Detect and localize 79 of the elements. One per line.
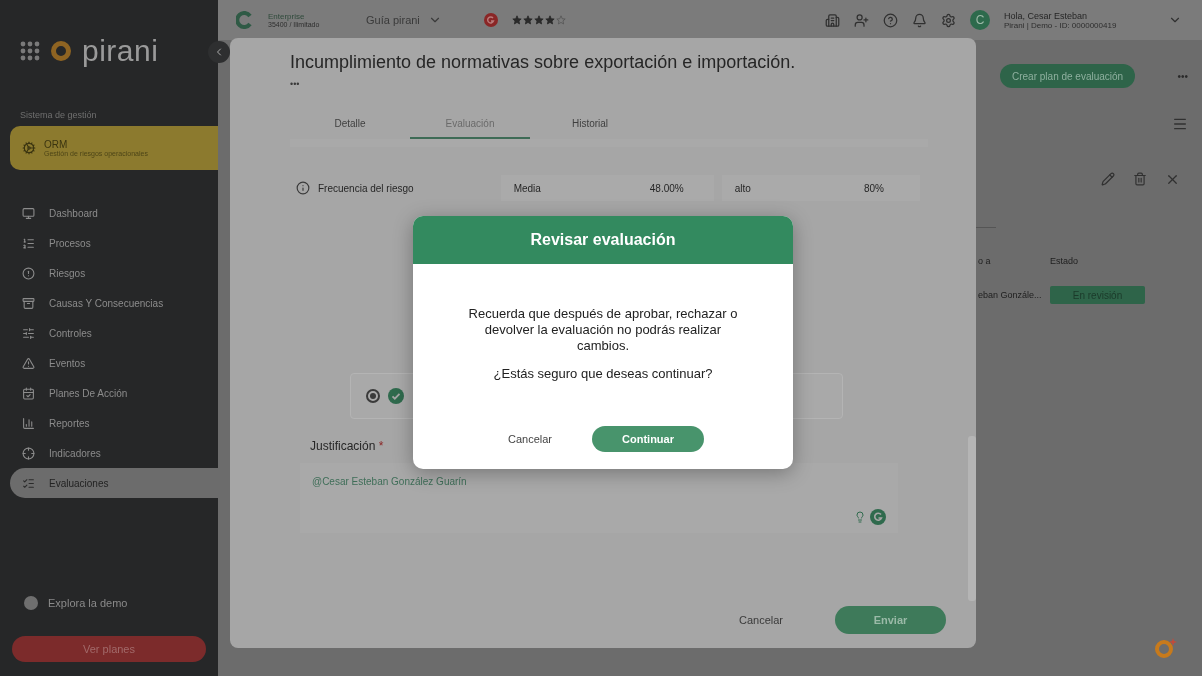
plan-name: Enterprise bbox=[268, 12, 306, 21]
sidebar-item[interactable]: Procesos bbox=[0, 228, 218, 258]
gear-icon bbox=[22, 141, 36, 155]
crosshair-icon bbox=[22, 446, 35, 460]
archive-icon bbox=[22, 296, 35, 310]
user-greeting: Hola, Cesar Esteban bbox=[1004, 10, 1089, 21]
collapse-button[interactable] bbox=[208, 41, 230, 63]
menu-icon[interactable] bbox=[1172, 116, 1188, 132]
panel-title: Incumplimiento de normativas sobre exportación e importación. bbox=[290, 52, 797, 73]
sidebar-item[interactable]: Controles bbox=[0, 318, 218, 348]
alert-icon bbox=[22, 266, 35, 280]
sidebar-item[interactable]: Eventos bbox=[0, 348, 218, 378]
module-name: ORM bbox=[44, 139, 69, 150]
add-user-icon[interactable] bbox=[854, 12, 869, 28]
lightbulb-icon[interactable] bbox=[854, 511, 866, 523]
sliders-icon bbox=[22, 326, 35, 340]
table-cell-text: eban Gonzále... bbox=[978, 290, 1043, 300]
g-badge-icon[interactable] bbox=[483, 13, 498, 27]
dialog-message: Recuerda que después de aprobar, rechazar o devolver la evaluación no podrás realizar cambios. bbox=[467, 306, 739, 354]
trash-icon[interactable] bbox=[1133, 172, 1147, 187]
info-icon[interactable] bbox=[296, 181, 310, 195]
column-header: o a bbox=[978, 256, 992, 266]
bell-icon[interactable] bbox=[912, 12, 927, 28]
section-label: Sistema de gestión bbox=[20, 110, 98, 120]
apps-grid-icon[interactable] bbox=[20, 41, 40, 61]
pencil-icon[interactable] bbox=[1101, 172, 1115, 187]
building-icon[interactable] bbox=[825, 12, 840, 28]
check-circle-icon bbox=[388, 388, 404, 404]
cancel-button[interactable]: Cancelar bbox=[732, 613, 789, 627]
tab[interactable]: Evaluación bbox=[410, 109, 530, 139]
chart-icon bbox=[22, 416, 35, 430]
dialog-question: ¿Estás seguro que deseas continuar? bbox=[493, 366, 713, 381]
ring-logo-icon bbox=[50, 40, 72, 62]
risk-level: alto bbox=[734, 182, 751, 194]
settings-icon[interactable] bbox=[941, 12, 956, 28]
cancel-button[interactable]: Cancelar bbox=[502, 432, 558, 446]
dialog-title: Revisar evaluación bbox=[413, 216, 793, 264]
column-header: Estado bbox=[1050, 256, 1080, 266]
risk-value: 80% bbox=[864, 182, 884, 194]
more-menu[interactable]: ••• bbox=[290, 79, 928, 89]
calendar-check-icon bbox=[22, 386, 35, 400]
sidebar-item[interactable]: Causas Y Consecuencias bbox=[0, 288, 218, 318]
tab[interactable]: Historial bbox=[530, 109, 650, 139]
user-avatar[interactable]: C bbox=[970, 10, 990, 30]
risk-value: 48.00% bbox=[649, 182, 684, 194]
star-icon[interactable] bbox=[555, 15, 566, 25]
guide-dropdown[interactable]: Guía pirani bbox=[366, 13, 442, 27]
checklist-icon bbox=[22, 476, 35, 490]
demo-link[interactable]: Explora la demo bbox=[48, 597, 128, 609]
scrollbar-thumb[interactable] bbox=[968, 436, 976, 601]
send-button[interactable]: Enviar bbox=[835, 606, 946, 634]
demo-dot-icon bbox=[24, 596, 38, 610]
warning-icon bbox=[22, 356, 35, 370]
sidebar-item[interactable]: Reportes bbox=[0, 408, 218, 438]
more-menu[interactable]: ••• bbox=[1177, 70, 1188, 82]
user-detail: Pirani | Demo - ID: 0000000419 bbox=[1004, 20, 1118, 30]
sidebar-item[interactable]: Planes De Acción bbox=[0, 378, 218, 408]
tab[interactable]: Detalle bbox=[290, 109, 410, 139]
mention-text: @Cesar Esteban González Guarín bbox=[312, 476, 467, 487]
list-icon bbox=[22, 236, 35, 250]
star-icon[interactable] bbox=[511, 15, 522, 25]
sidebar-item[interactable]: Indicadores bbox=[0, 438, 218, 468]
risk-level: Media bbox=[513, 182, 541, 194]
brand-logo: pirani bbox=[82, 34, 159, 68]
create-plan-button[interactable]: Crear plan de evaluación bbox=[1000, 64, 1136, 88]
sidebar-item[interactable]: Riesgos bbox=[0, 258, 218, 288]
radio-button[interactable] bbox=[366, 389, 380, 403]
monitor-icon bbox=[22, 206, 35, 220]
g-logo-icon[interactable] bbox=[870, 509, 886, 525]
star-icon[interactable] bbox=[533, 15, 544, 25]
close-icon[interactable] bbox=[1165, 172, 1180, 187]
sidebar-item[interactable]: Dashboard bbox=[0, 198, 218, 228]
risk-label: Frecuencia del riesgo bbox=[318, 182, 414, 194]
star-icon[interactable] bbox=[544, 15, 555, 25]
star-icon[interactable] bbox=[522, 15, 533, 25]
plan-logo-icon bbox=[236, 11, 254, 29]
continue-button[interactable]: Continuar bbox=[592, 426, 704, 452]
help-icon[interactable] bbox=[883, 12, 898, 28]
sidebar-item[interactable]: Evaluaciones bbox=[10, 468, 218, 498]
